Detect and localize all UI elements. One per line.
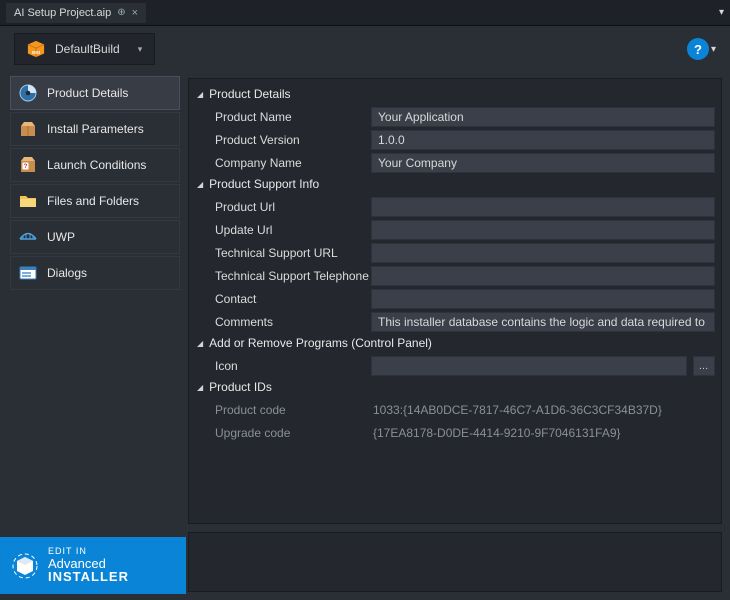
group-header-arp[interactable]: ◢Add or Remove Programs (Control Panel) (195, 334, 715, 354)
tabbar-menu-icon[interactable]: ▾ (719, 7, 724, 18)
folder-icon (19, 192, 37, 210)
sidebar-item-launch-conditions[interactable]: ? Launch Conditions (10, 148, 180, 182)
label-company-name: Company Name (195, 156, 371, 170)
bridge-icon (19, 228, 37, 246)
collapse-icon: ◢ (197, 180, 203, 189)
property-grid: ◢Product Details Product Name Product Ve… (188, 78, 722, 524)
value-upgrade-code: {17EA8178-D0DE-4414-9210-9F7046131FA9} (371, 426, 715, 440)
input-product-name[interactable] (371, 107, 715, 127)
pin-icon[interactable]: ⊕ (117, 7, 125, 18)
close-icon[interactable]: × (132, 7, 138, 19)
sidebar-item-label: Launch Conditions (47, 158, 146, 172)
sidebar-item-label: UWP (47, 230, 75, 244)
input-tech-support-url[interactable] (371, 243, 715, 263)
label-product-name: Product Name (195, 110, 371, 124)
input-contact[interactable] (371, 289, 715, 309)
chevron-down-icon: ▾ (138, 44, 143, 55)
build-config-label: DefaultBuild (55, 42, 120, 56)
sidebar-item-dialogs[interactable]: Dialogs (10, 256, 180, 290)
input-update-url[interactable] (371, 220, 715, 240)
sidebar-item-files-and-folders[interactable]: Files and Folders (10, 184, 180, 218)
advanced-installer-icon (12, 553, 38, 579)
input-product-url[interactable] (371, 197, 715, 217)
sidebar-item-label: Product Details (47, 86, 128, 100)
group-header-support-info[interactable]: ◢Product Support Info (195, 175, 715, 195)
label-tech-support-url: Technical Support URL (195, 246, 371, 260)
build-config-dropdown[interactable]: MSI DefaultBuild ▾ (14, 33, 155, 65)
cd-icon (19, 84, 37, 102)
msi-box-icon: MSI (27, 40, 45, 58)
dialogs-icon (19, 264, 37, 282)
collapse-icon: ◢ (197, 339, 203, 348)
sidebar-item-uwp[interactable]: UWP (10, 220, 180, 254)
browse-icon-button[interactable]: … (693, 356, 715, 376)
value-product-code: 1033:{14AB0DCE-7817-46C7-A1D6-36C3CF34B3… (371, 403, 715, 417)
label-product-code: Product code (195, 403, 371, 417)
collapse-icon: ◢ (197, 90, 203, 99)
label-tech-support-phone: Technical Support Telephone (195, 269, 371, 283)
icon-preview-slot (371, 356, 687, 376)
label-contact: Contact (195, 292, 371, 306)
svg-text:MSI: MSI (32, 50, 40, 55)
left-sidebar: Product Details Install Parameters ? Lau… (0, 72, 186, 600)
main-content: ◢Product Details Product Name Product Ve… (186, 72, 730, 600)
sidebar-item-product-details[interactable]: Product Details (10, 76, 180, 110)
help-button[interactable]: ? (687, 38, 709, 60)
input-tech-support-phone[interactable] (371, 266, 715, 286)
input-comments[interactable] (371, 312, 715, 332)
package-icon (19, 120, 37, 138)
help-menu-chevron[interactable]: ▾ (711, 44, 716, 55)
description-panel (188, 532, 722, 592)
input-company-name[interactable] (371, 153, 715, 173)
label-product-url: Product Url (195, 200, 371, 214)
document-tab[interactable]: AI Setup Project.aip ⊕ × (6, 3, 146, 23)
editin-line2: Advanced (48, 557, 129, 571)
tab-title: AI Setup Project.aip (14, 7, 111, 19)
label-comments: Comments (195, 315, 371, 329)
sidebar-item-install-parameters[interactable]: Install Parameters (10, 112, 180, 146)
sidebar-item-label: Install Parameters (47, 122, 144, 136)
editin-line3: INSTALLER (48, 570, 129, 584)
label-upgrade-code: Upgrade code (195, 426, 371, 440)
label-update-url: Update Url (195, 223, 371, 237)
sidebar-item-label: Dialogs (47, 266, 87, 280)
label-product-version: Product Version (195, 133, 371, 147)
label-icon: Icon (195, 359, 371, 373)
sidebar-item-label: Files and Folders (47, 194, 139, 208)
group-header-product-ids[interactable]: ◢Product IDs (195, 378, 715, 398)
svg-text:?: ? (24, 164, 28, 170)
group-header-product-details[interactable]: ◢Product Details (195, 85, 715, 105)
collapse-icon: ◢ (197, 383, 203, 392)
document-tab-bar: AI Setup Project.aip ⊕ × ▾ (0, 0, 730, 26)
edit-in-advanced-installer-button[interactable]: EDIT IN Advanced INSTALLER (0, 537, 186, 594)
input-product-version[interactable] (371, 130, 715, 150)
box-question-icon: ? (19, 156, 37, 174)
build-toolbar: MSI DefaultBuild ▾ ? ▾ (0, 26, 730, 72)
